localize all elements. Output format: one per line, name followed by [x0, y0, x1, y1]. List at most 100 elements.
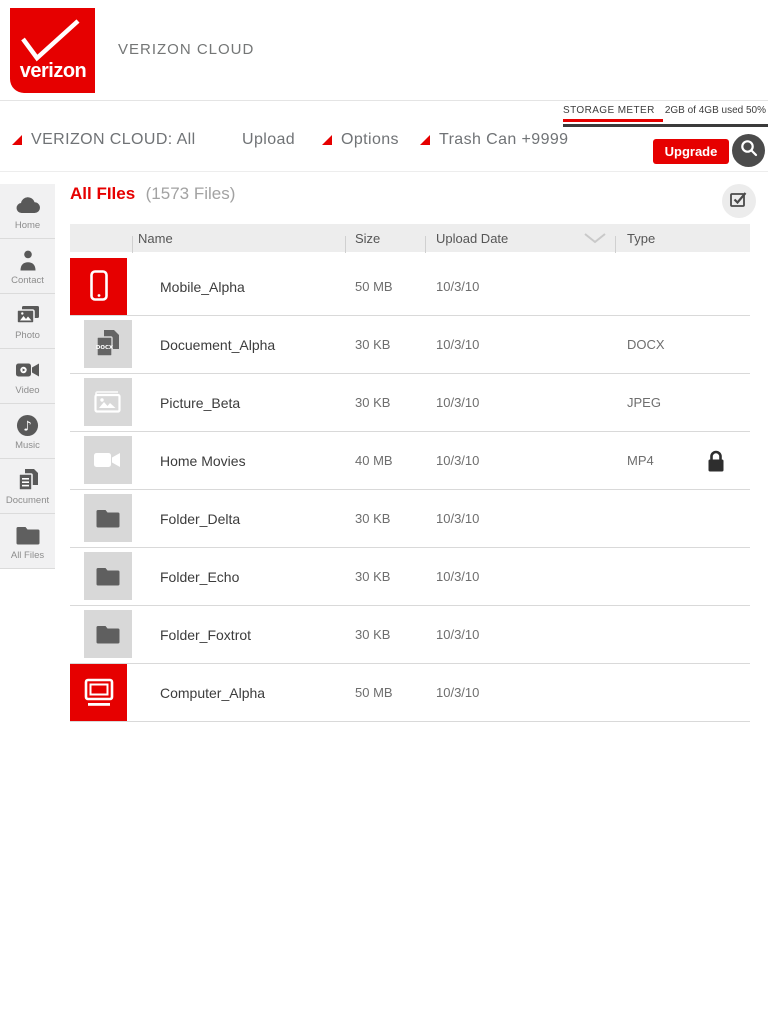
app-title: VERIZON CLOUD [118, 41, 254, 58]
verizon-logo[interactable]: verizon [10, 8, 95, 93]
file-name: Mobile_Alpha [132, 279, 345, 295]
sidebar-item-photo[interactable]: Photo [0, 294, 55, 349]
breadcrumb[interactable]: VERIZON CLOUD: All [12, 129, 196, 151]
computer-icon [70, 664, 127, 721]
table-row-home-movies[interactable]: Home Movies40 MB10/3/10MP4 [70, 432, 750, 490]
file-name: Docuement_Alpha [132, 337, 345, 353]
svg-text:DOCX: DOCX [96, 345, 114, 351]
svg-text:verizon: verizon [20, 60, 87, 82]
row-icon-cell [70, 548, 132, 605]
document-icon [17, 468, 39, 492]
photos-icon [16, 303, 40, 327]
table-body: Mobile_Alpha50 MB10/3/10DOCXDocuement_Al… [70, 258, 750, 722]
file-type: JPEG [615, 395, 750, 410]
upload-date: 10/3/10 [425, 627, 615, 642]
folder-icon [15, 523, 41, 547]
content-area: Home Contact Photo Video ♪ Music Document All F… [0, 184, 768, 722]
table-row-docuement-alpha[interactable]: DOCXDocuement_Alpha30 KB10/3/10DOCX [70, 316, 750, 374]
sidebar-item-video[interactable]: Video [0, 349, 55, 404]
upload-date: 10/3/10 [425, 279, 615, 294]
upgrade-button[interactable]: Upgrade [653, 139, 729, 164]
row-icon-cell [70, 374, 132, 431]
sidebar-item-contact[interactable]: Contact [0, 239, 55, 294]
file-size: 40 MB [345, 453, 425, 468]
options-label: Options [341, 131, 399, 149]
file-type: MP4 [615, 453, 750, 468]
folder-icon [84, 552, 132, 600]
row-icon-cell [70, 490, 132, 547]
upload-date: 10/3/10 [425, 395, 615, 410]
select-all-icon [726, 187, 752, 216]
file-name: Computer_Alpha [132, 685, 345, 701]
lock-icon [706, 449, 726, 473]
table-header: Name Size Upload Date Type [70, 224, 750, 252]
sidebar-item-all-files[interactable]: All Files [0, 514, 55, 569]
toolbar: STORAGE METER 2GB of 4GB used 50% VERIZO… [0, 101, 768, 172]
upload-date: 10/3/10 [425, 337, 615, 352]
trash-can-label: Trash Can +9999 [439, 131, 568, 149]
trash-can-menu[interactable]: Trash Can +9999 [420, 129, 568, 151]
file-size: 30 KB [345, 569, 425, 584]
table-row-mobile-alpha[interactable]: Mobile_Alpha50 MB10/3/10 [70, 258, 750, 316]
file-name: Picture_Beta [132, 395, 345, 411]
storage-meter: STORAGE METER 2GB of 4GB used 50% [563, 105, 768, 131]
folder-icon [84, 494, 132, 542]
storage-meter-label: STORAGE METER [563, 105, 655, 116]
chevron-down-icon [583, 232, 607, 244]
sidebar-item-music[interactable]: ♪ Music [0, 404, 55, 459]
file-name: Folder_Delta [132, 511, 345, 527]
music-icon: ♪ [16, 413, 39, 437]
cloud-icon [15, 193, 41, 217]
column-label: Upload Date [436, 231, 508, 246]
file-size: 30 KB [345, 627, 425, 642]
docx-file-icon: DOCX [84, 320, 132, 368]
select-all-button[interactable] [722, 184, 756, 218]
upload-date: 10/3/10 [425, 511, 615, 526]
verizon-cloud-app: verizon VERIZON CLOUD STORAGE METER 2GB … [0, 0, 768, 1024]
table-row-computer-alpha[interactable]: Computer_Alpha50 MB10/3/10 [70, 664, 750, 722]
folder-icon [84, 610, 132, 658]
file-size: 50 MB [345, 685, 425, 700]
file-name: Folder_Foxtrot [132, 627, 345, 643]
triangle-marker-icon [322, 135, 332, 145]
table-row-folder-echo[interactable]: Folder_Echo30 KB10/3/10 [70, 548, 750, 606]
upload-date: 10/3/10 [425, 569, 615, 584]
upload-date: 10/3/10 [425, 453, 615, 468]
file-count: (1573 Files) [146, 184, 236, 203]
sidebar-item-label: Contact [11, 275, 44, 286]
options-menu[interactable]: Options [322, 129, 399, 151]
sidebar-item-label: Document [6, 495, 49, 506]
column-label: Size [355, 231, 380, 246]
column-header-name[interactable]: Name [132, 231, 345, 246]
files-table: NameSizeUpload DateType Mobile_Alpha50 M… [70, 224, 750, 722]
sidebar: Home Contact Photo Video ♪ Music Document All F… [0, 184, 55, 569]
column-header-icon-spacer [70, 224, 132, 252]
main-panel: All FIles (1573 Files) Name Size Upload Da… [70, 184, 750, 722]
sidebar-item-label: Music [15, 440, 40, 451]
sidebar-item-label: Photo [15, 330, 40, 341]
column-header-upload-date[interactable]: Upload Date [425, 231, 615, 246]
verizon-checkmark-icon: verizon [10, 8, 95, 93]
table-row-picture-beta[interactable]: Picture_Beta30 KB10/3/10JPEG [70, 374, 750, 432]
file-size: 30 KB [345, 511, 425, 526]
column-label: Name [138, 231, 173, 246]
table-row-folder-delta[interactable]: Folder_Delta30 KB10/3/10 [70, 490, 750, 548]
sidebar-item-document[interactable]: Document [0, 459, 55, 514]
file-size: 30 KB [345, 395, 425, 410]
upload-button[interactable]: Upload [242, 129, 295, 151]
sidebar-item-label: Video [15, 385, 39, 396]
sidebar-item-home[interactable]: Home [0, 184, 55, 239]
file-type: DOCX [615, 337, 750, 352]
search-icon [738, 137, 760, 164]
table-row-folder-foxtrot[interactable]: Folder_Foxtrot30 KB10/3/10 [70, 606, 750, 664]
triangle-marker-icon [420, 135, 430, 145]
breadcrumb-label: VERIZON CLOUD: All [31, 131, 196, 149]
svg-text:♪: ♪ [23, 419, 32, 434]
sidebar-item-label: Home [15, 220, 40, 231]
storage-usage-text: 2GB of 4GB used 50% [665, 105, 766, 116]
triangle-marker-icon [12, 135, 22, 145]
page-title: All FIles [70, 184, 135, 203]
column-header-size[interactable]: Size [345, 231, 425, 246]
column-header-type[interactable]: Type [615, 231, 750, 246]
search-button[interactable] [732, 134, 765, 167]
